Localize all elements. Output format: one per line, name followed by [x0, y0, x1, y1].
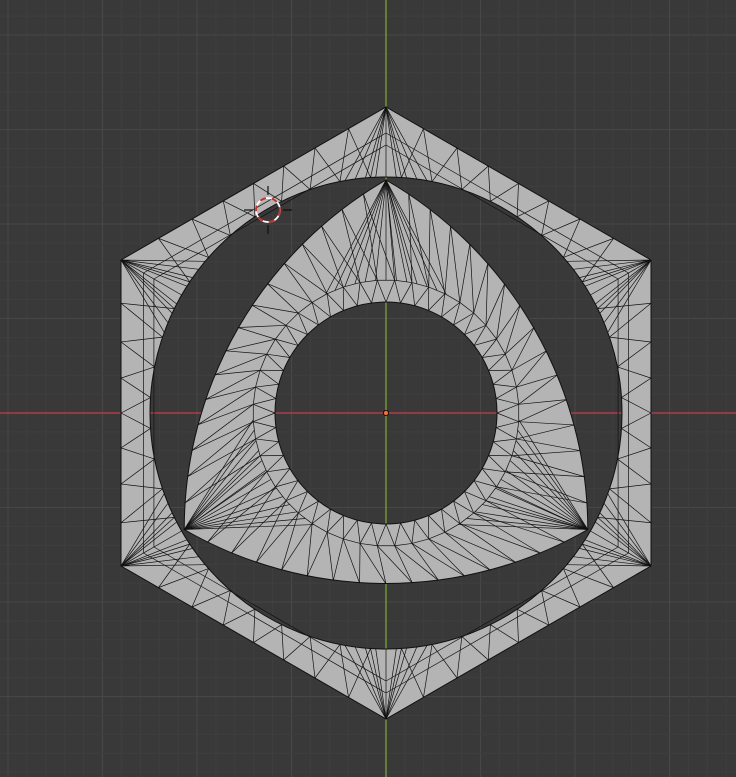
3d-viewport[interactable] [0, 0, 736, 777]
viewport-canvas[interactable] [0, 0, 736, 777]
origin-dot [382, 409, 389, 416]
origin-dot-circle [382, 409, 389, 416]
